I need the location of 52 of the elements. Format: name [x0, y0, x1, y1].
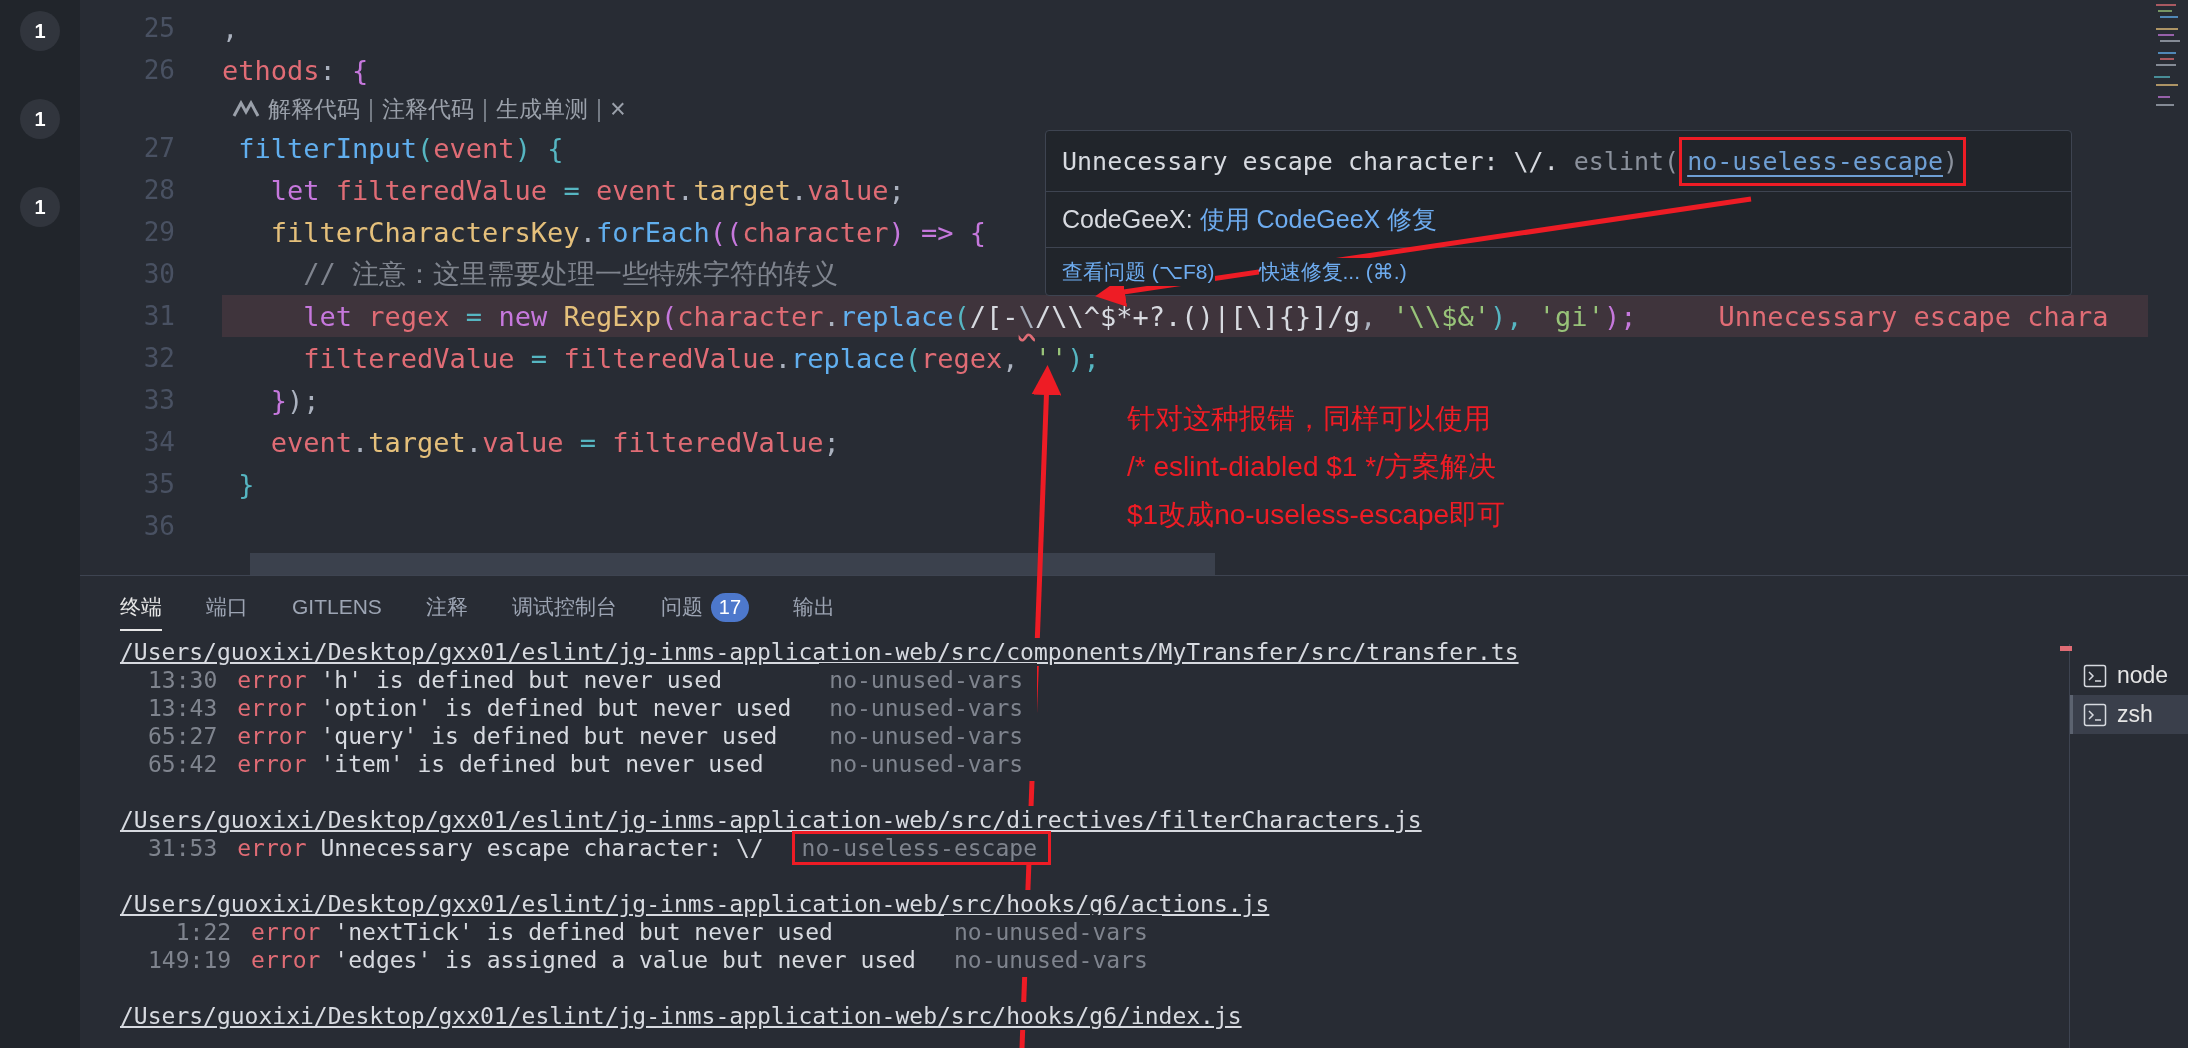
code-text: // 注意：这里需要处理一些特殊字符的转义 — [302, 257, 839, 291]
scrollbar-thumb[interactable] — [250, 553, 1215, 575]
code-text: } — [237, 468, 255, 500]
panel-tab[interactable]: 注释 — [425, 583, 468, 631]
lens-action[interactable]: 注释代码 — [382, 93, 474, 125]
error-message: Unnecessary escape character: \/. — [1062, 146, 1559, 176]
separator: | — [595, 95, 602, 123]
code-text: ethods: { — [222, 54, 369, 86]
file-path[interactable]: /Users/guoxixi/Desktop/gxx01/eslint/jg-inms-application-web/src/hooks/g6/index.js — [120, 1002, 1242, 1030]
count-badge: 17 — [710, 592, 750, 622]
terminal-item[interactable]: node — [2070, 656, 2188, 695]
code-text: , — [222, 12, 239, 44]
code-text: let regex = new RegExp(character.replace(/[-\/\\^$*+?.()|[\]{}]/g, '\\$&'), 'gi'); — [302, 300, 1637, 332]
code-text: let filteredValue = event.target.value; — [269, 174, 905, 206]
lens-action[interactable]: 解释代码 — [268, 93, 360, 125]
code-text: event.target.value = filteredValue; — [269, 426, 840, 458]
code-text: filteredValue = filteredValue.replace(regex, ''); — [302, 342, 1100, 374]
rule-name: no-useless-escape — [791, 831, 1051, 865]
paren: ) — [1943, 146, 1959, 176]
file-path[interactable]: /Users/guoxixi/Desktop/gxx01/eslint/jg-inms-application-web/src/hooks/g6/actions.js — [120, 890, 1270, 918]
close-button[interactable]: × — [609, 93, 626, 125]
panel-tab[interactable]: GITLENS — [292, 585, 382, 629]
terminal-icon — [2083, 702, 2107, 727]
file-path[interactable]: /Users/guoxixi/Desktop/gxx01/eslint/jg-inms-application-web/src/components/MyTransfer/src/transfer.ts — [120, 638, 1519, 666]
lens-action[interactable]: 生成单测 — [495, 93, 588, 125]
panel-tab[interactable]: 问题 17 — [660, 582, 750, 632]
count-badge: 1 — [20, 99, 60, 139]
inline-error: Unnecessary escape chara — [1718, 300, 2109, 332]
panel-tab[interactable]: 调试控制台 — [511, 583, 617, 631]
count-badge: 1 — [20, 187, 60, 227]
code-text: filterCharactersKey.forEach((character) => { — [269, 216, 987, 248]
code-text: filterInput(event) { — [237, 132, 564, 164]
panel-tab[interactable]: 端口 — [206, 583, 248, 631]
annotation-text: /* eslint-diabled $1 */方案解决 — [1127, 450, 1497, 484]
action-link[interactable]: 快速修复... (⌘.) — [1258, 257, 1407, 286]
separator: | — [482, 95, 488, 123]
file-path[interactable]: /Users/guoxixi/Desktop/gxx01/eslint/jg-inms-application-web/src/directives/filterCharacters.js — [120, 806, 1422, 834]
logo-icon — [232, 100, 260, 118]
fix-link[interactable]: 使用 CodeGeeX 修复 — [1199, 203, 1438, 236]
marker — [2060, 646, 2072, 651]
count-badge: 1 — [20, 11, 60, 51]
annotation-text: $1改成no-useless-escape即可 — [1127, 498, 1506, 532]
error-source: eslint( — [1572, 146, 1680, 176]
panel-tab[interactable]: 终端 — [120, 583, 162, 631]
annotation-text: 针对这种报错，同样可以使用 — [1127, 402, 1492, 436]
code-text: }); — [269, 384, 320, 416]
panel-tab[interactable]: 输出 — [793, 583, 836, 631]
rule-link[interactable]: no-useless-escape — [1687, 146, 1943, 176]
separator: | — [368, 95, 374, 123]
terminal-icon — [2083, 663, 2107, 688]
terminal-item[interactable]: zsh — [2070, 695, 2188, 734]
ai-label: CodeGeeX: — [1062, 205, 1194, 234]
